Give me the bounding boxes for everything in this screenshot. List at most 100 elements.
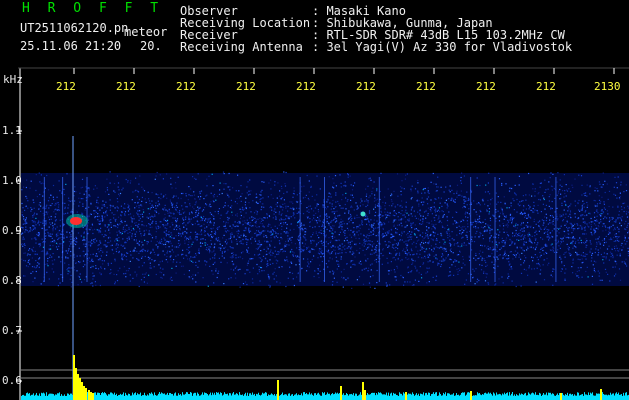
noise-pixel xyxy=(160,198,162,200)
noise-pixel xyxy=(67,257,69,259)
noise-pixel xyxy=(567,246,569,248)
noise-pixel xyxy=(335,218,337,220)
noise-pixel xyxy=(408,252,410,254)
noise-pixel xyxy=(428,241,430,243)
noise-pixel xyxy=(545,189,547,191)
noise-pixel xyxy=(600,218,602,221)
noise-pixel xyxy=(419,243,421,245)
noise-pixel xyxy=(298,249,300,251)
noise-pixel xyxy=(619,195,621,198)
noise-pixel xyxy=(69,227,71,229)
noise-pixel xyxy=(422,263,424,265)
noise-pixel xyxy=(298,256,300,258)
noise-pixel xyxy=(64,207,66,210)
noise-pixel xyxy=(267,230,269,232)
noise-pixel xyxy=(95,267,97,269)
noise-pixel xyxy=(168,234,170,236)
noise-pixel xyxy=(230,236,232,238)
noise-pixel xyxy=(48,235,50,237)
noise-pixel xyxy=(156,228,158,230)
noise-pixel xyxy=(66,173,68,175)
noise-pixel xyxy=(400,222,402,224)
noise-pixel xyxy=(366,198,368,200)
noise-pixel xyxy=(411,263,413,265)
noise-pixel xyxy=(388,241,390,243)
noise-pixel xyxy=(235,214,237,216)
noise-pixel xyxy=(312,232,314,234)
noise-pixel xyxy=(206,249,209,252)
noise-pixel xyxy=(364,268,366,270)
noise-pixel xyxy=(130,254,132,256)
noise-pixel xyxy=(445,250,447,252)
noise-pixel xyxy=(190,231,192,233)
noise-pixel xyxy=(355,202,357,204)
noise-pixel xyxy=(537,221,539,223)
noise-pixel xyxy=(352,196,354,199)
noise-pixel xyxy=(619,279,622,281)
noise-pixel xyxy=(511,218,513,220)
noise-pixel xyxy=(619,253,621,255)
noise-pixel xyxy=(274,181,276,183)
noise-pixel xyxy=(327,243,329,245)
noise-pixel xyxy=(331,251,333,253)
noise-pixel xyxy=(518,205,520,207)
noise-pixel xyxy=(125,272,127,275)
noise-pixel xyxy=(584,215,586,217)
noise-pixel xyxy=(457,271,459,273)
noise-pixel xyxy=(39,181,41,183)
noise-pixel xyxy=(414,279,416,281)
noise-pixel xyxy=(230,235,232,237)
noise-pixel xyxy=(281,248,283,250)
noise-pixel xyxy=(30,272,32,274)
noise-pixel xyxy=(375,261,378,263)
noise-pixel xyxy=(250,222,252,224)
noise-pixel xyxy=(487,199,489,202)
noise-pixel xyxy=(321,253,324,255)
noise-pixel xyxy=(122,228,124,230)
noise-pixel xyxy=(475,254,477,257)
noise-pixel xyxy=(273,210,275,212)
noise-pixel xyxy=(168,236,170,238)
noise-pixel xyxy=(454,198,456,201)
noise-pixel xyxy=(116,280,119,282)
noise-pixel xyxy=(411,215,413,217)
noise-pixel xyxy=(438,247,440,249)
noise-pixel xyxy=(395,279,397,281)
noise-pixel xyxy=(407,232,409,234)
noise-pixel xyxy=(102,200,104,202)
noise-pixel xyxy=(371,224,373,226)
noise-pixel xyxy=(249,207,251,209)
noise-pixel xyxy=(574,223,576,225)
noise-pixel xyxy=(616,236,618,238)
noise-pixel xyxy=(102,205,104,207)
noise-pixel xyxy=(381,263,383,265)
noise-pixel xyxy=(21,226,23,228)
noise-pixel xyxy=(99,229,101,232)
noise-pixel xyxy=(545,231,547,233)
noise-pixel xyxy=(275,232,277,234)
noise-pixel xyxy=(485,273,487,275)
noise-pixel xyxy=(283,246,285,248)
noise-pixel xyxy=(602,223,604,225)
noise-pixel xyxy=(603,244,605,246)
noise-pixel xyxy=(263,248,265,250)
noise-pixel xyxy=(58,278,60,280)
noise-pixel xyxy=(345,192,347,194)
noise-pixel xyxy=(149,202,151,205)
noise-pixel xyxy=(142,209,144,211)
noise-pixel xyxy=(105,246,107,248)
noise-pixel xyxy=(521,228,523,230)
noise-pixel xyxy=(138,240,141,242)
noise-pixel xyxy=(284,243,286,245)
noise-pixel xyxy=(272,229,274,231)
noise-pixel xyxy=(537,212,539,214)
noise-pixel xyxy=(367,204,369,206)
noise-pixel xyxy=(302,229,305,231)
noise-pixel xyxy=(403,214,405,216)
noise-pixel xyxy=(223,283,225,285)
noise-pixel xyxy=(510,266,512,268)
noise-pixel xyxy=(207,285,209,287)
noise-pixel xyxy=(423,247,425,249)
noise-pixel xyxy=(199,198,201,200)
noise-pixel xyxy=(481,264,483,266)
